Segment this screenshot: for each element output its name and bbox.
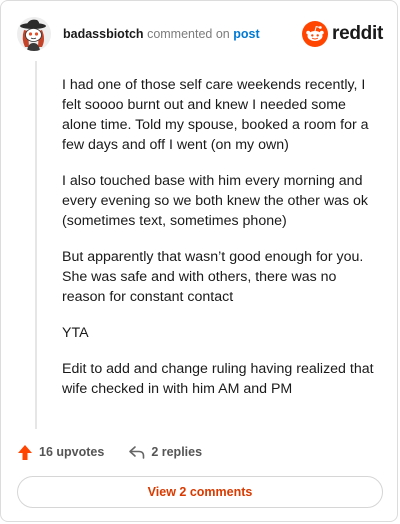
comment-paragraph: But apparently that wasn’t good enough f…: [62, 249, 364, 305]
comment-paragraph: I also touched base with him every morni…: [62, 173, 368, 229]
reddit-wordmark: reddit: [332, 23, 383, 44]
action-text: commented on: [147, 27, 230, 41]
snoo-avatar-icon: [17, 17, 51, 51]
reddit-logo-icon: [302, 21, 329, 47]
comment-card: badassbiotch commented on post reddit I …: [0, 0, 398, 522]
upvote-count: 16 upvotes: [39, 445, 105, 459]
comment-byline: badassbiotch commented on post: [63, 27, 260, 41]
comment-actions: 16 upvotes 2 replies: [17, 441, 202, 463]
comment-paragraph: Edit to add and change ruling having rea…: [62, 361, 374, 397]
user-avatar[interactable]: [17, 17, 51, 51]
comment-paragraph: I had one of those self care weekends re…: [62, 77, 369, 153]
replies-count: 2 replies: [151, 445, 203, 459]
comment-header: badassbiotch commented on post reddit: [17, 17, 385, 53]
view-comments-button[interactable]: View 2 comments: [17, 476, 383, 508]
username-link[interactable]: badassbiotch: [63, 27, 144, 41]
upvote-button[interactable]: 16 upvotes: [17, 444, 104, 461]
post-link[interactable]: post: [233, 27, 259, 41]
thread-line[interactable]: [35, 61, 37, 429]
reddit-logo[interactable]: reddit: [302, 20, 383, 48]
reply-arrow-icon: [129, 446, 145, 459]
replies-button[interactable]: 2 replies: [128, 444, 202, 460]
upvote-arrow-icon: [18, 444, 32, 460]
comment-paragraph: YTA: [62, 325, 89, 341]
comment-body: I had one of those self care weekends re…: [62, 75, 380, 415]
